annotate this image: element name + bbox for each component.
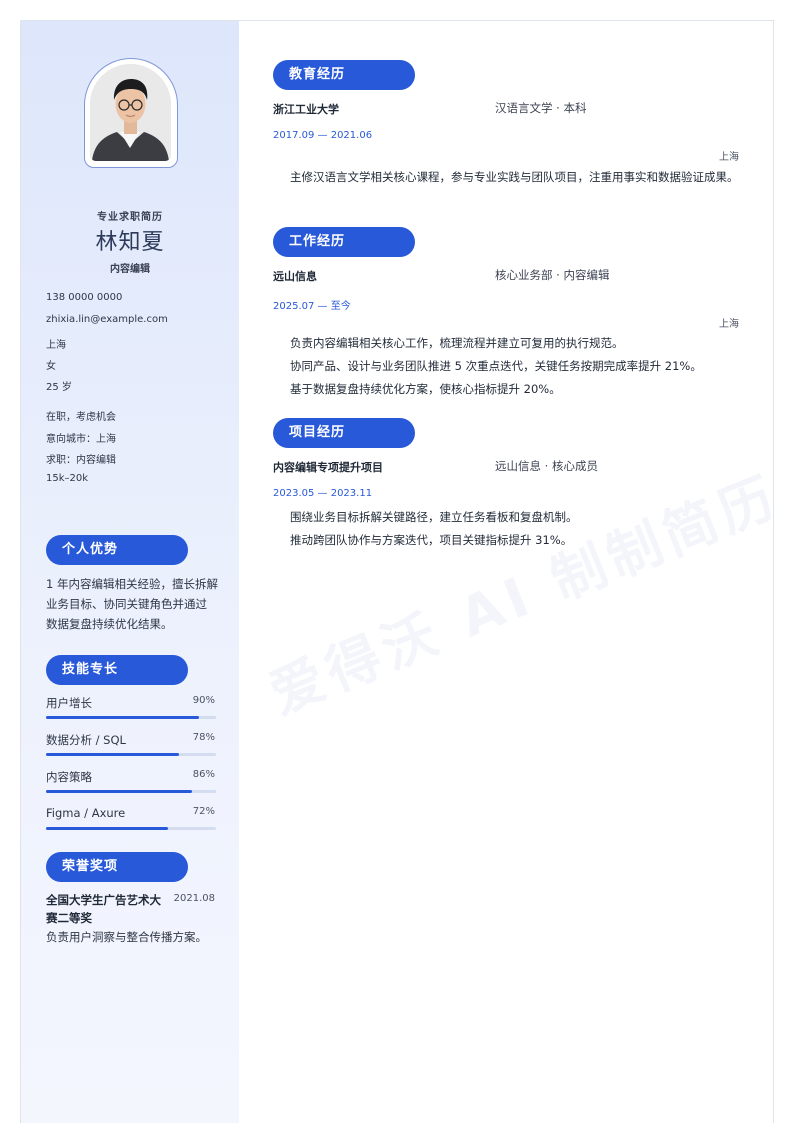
skill-name: 内容策略 xyxy=(46,770,92,784)
skill-bar-fill xyxy=(46,827,169,830)
salary-text: 15k–20k xyxy=(46,473,89,484)
skill-percent: 72% xyxy=(192,806,215,817)
avatar-photo-icon xyxy=(90,64,171,161)
skill-bar-fill xyxy=(46,753,179,756)
skill-bar xyxy=(46,827,216,830)
candidate-role: 内容编辑 xyxy=(110,264,150,275)
major-degree: 汉语言文学 · 本科 xyxy=(495,101,587,115)
skill-bar-fill xyxy=(46,790,193,793)
education-location: 上海 xyxy=(719,152,739,163)
work-bullet: 协同产品、设计与业务团队推进 5 次重点迭代，关键任务按期完成率提升 21%。 xyxy=(290,359,702,373)
resume-subtitle: 专业求职简历 xyxy=(97,212,163,223)
skill-bar xyxy=(46,790,216,793)
skill-percent: 86% xyxy=(192,769,215,780)
advantages-heading: 个人优势 xyxy=(46,535,188,565)
project-bullet: 围绕业务目标拆解关键路径，建立任务看板和复盘机制。 xyxy=(290,510,578,524)
project-bullet: 推动跨团队协作与方案迭代，项目关键指标提升 31%。 xyxy=(290,533,573,547)
skill-name: Figma / Axure xyxy=(46,806,126,820)
company-name: 远山信息 xyxy=(273,270,317,283)
work-bullet: 负责内容编辑相关核心工作，梳理流程并建立可复用的执行规范。 xyxy=(290,336,624,350)
skill-bar xyxy=(46,716,216,719)
education-heading: 教育经历 xyxy=(273,60,415,90)
skill-percent: 78% xyxy=(192,732,215,743)
department-position: 核心业务部 · 内容编辑 xyxy=(495,268,610,282)
resume-page: 专业求职简历 林知夏 内容编辑 138 0000 0000 zhixia.lin… xyxy=(20,20,774,1123)
education-period: 2017.09 — 2021.06 xyxy=(273,130,373,141)
work-heading: 工作经历 xyxy=(273,227,415,257)
advantages-text: 1 年内容编辑相关经验，擅长拆解业务目标、协同关键角色并通过数据复盘持续优化结果… xyxy=(46,577,218,631)
project-heading: 项目经历 xyxy=(273,418,415,448)
avatar-frame xyxy=(84,58,178,168)
target-job-text: 求职：内容编辑 xyxy=(46,455,116,466)
gender-text: 女 xyxy=(46,361,56,372)
school-name: 浙江工业大学 xyxy=(273,103,339,116)
age-text: 25 岁 xyxy=(46,382,72,393)
work-location: 上海 xyxy=(719,319,739,330)
candidate-name: 林知夏 xyxy=(95,230,165,255)
avatar xyxy=(90,64,171,161)
project-period: 2023.05 — 2023.11 xyxy=(273,488,373,499)
award-name: 全国大学生广告艺术大赛二等奖 xyxy=(46,893,161,925)
skill-percent: 90% xyxy=(192,695,215,706)
skill-name: 数据分析 / SQL xyxy=(46,733,126,747)
target-city-text: 意向城市：上海 xyxy=(46,434,116,445)
skills-heading: 技能专长 xyxy=(46,655,188,685)
email-text: zhixia.lin@example.com xyxy=(46,314,168,325)
award-description: 负责用户洞察与整合传播方案。 xyxy=(46,930,207,944)
skill-bar xyxy=(46,753,216,756)
city-text: 上海 xyxy=(46,340,66,351)
status-text: 在职，考虑机会 xyxy=(46,412,116,423)
sidebar: 专业求职简历 林知夏 内容编辑 138 0000 0000 zhixia.lin… xyxy=(21,21,239,1123)
skill-name: 用户增长 xyxy=(46,696,92,710)
work-bullet: 基于数据复盘持续优化方案，使核心指标提升 20%。 xyxy=(290,382,561,396)
skill-bar-fill xyxy=(46,716,199,719)
education-description: 主修汉语言文学相关核心课程，参与专业实践与团队项目，注重用事实和数据验证成果。 xyxy=(290,170,739,184)
phone-text: 138 0000 0000 xyxy=(46,292,123,303)
work-period: 2025.07 — 至今 xyxy=(273,301,351,312)
awards-heading: 荣誉奖项 xyxy=(46,852,188,882)
award-date: 2021.08 xyxy=(173,893,215,904)
project-name: 内容编辑专项提升项目 xyxy=(273,461,383,474)
project-role: 远山信息 · 核心成员 xyxy=(495,459,598,473)
